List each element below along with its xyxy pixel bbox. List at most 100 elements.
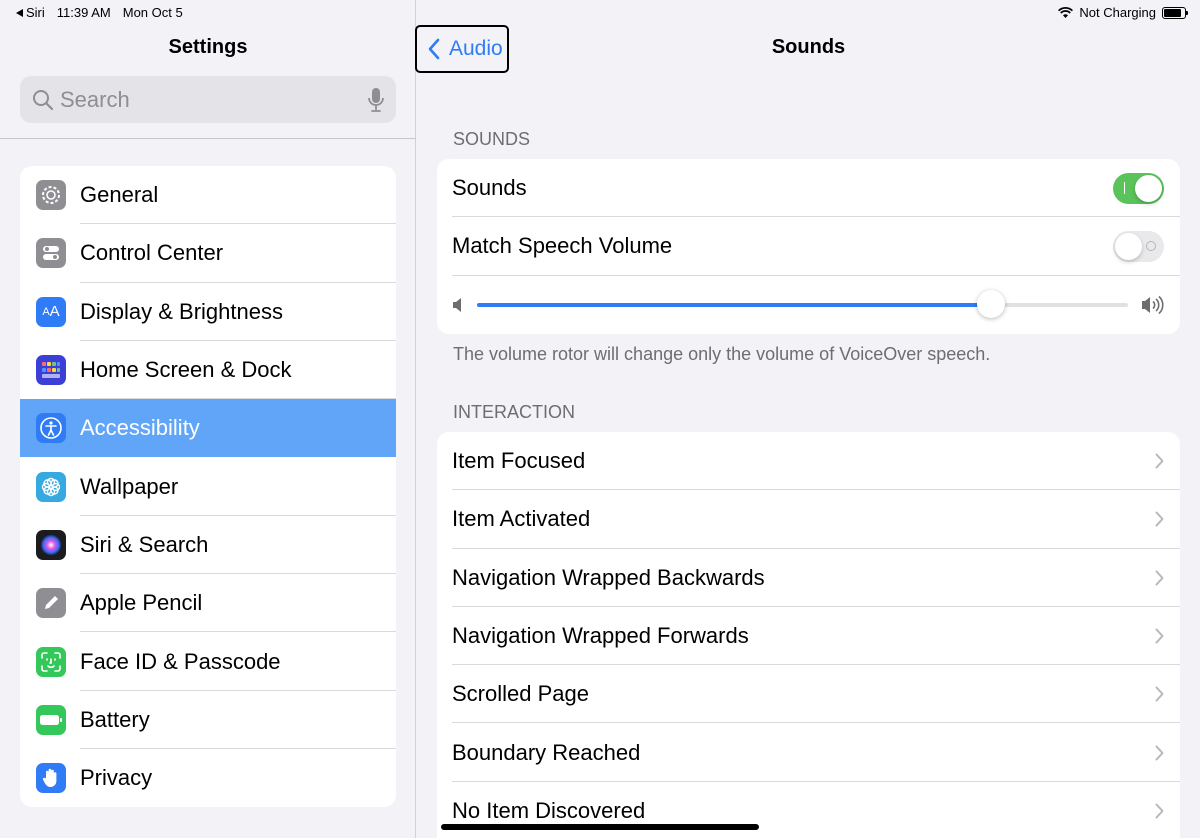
- back-to-app-link[interactable]: Siri: [16, 5, 45, 20]
- volume-slider-row: [437, 276, 1180, 334]
- flower-icon: [36, 471, 66, 502]
- app-grid-icon: [36, 355, 66, 386]
- sounds-toggle[interactable]: [1113, 172, 1164, 204]
- battery-level-fill: [1164, 8, 1181, 17]
- row-label: Item Focused: [452, 448, 586, 474]
- list-item[interactable]: Item Activated: [437, 490, 1180, 549]
- sounds-footer-note: The volume rotor will change only the vo…: [453, 344, 991, 364]
- sidebar-item-label: Wallpaper: [80, 473, 179, 499]
- sidebar-item-label: Apple Pencil: [80, 590, 203, 616]
- toggle-on-mark: [1124, 181, 1125, 194]
- sidebar-item-apple-pencil[interactable]: Apple Pencil: [20, 574, 396, 633]
- battery-icon: [36, 704, 66, 735]
- sidebar-item-label: Control Center: [80, 240, 224, 266]
- list-item[interactable]: Boundary Reached: [437, 723, 1180, 783]
- sidebar-item-accessibility[interactable]: Accessibility: [20, 399, 396, 458]
- volume-slider[interactable]: [477, 289, 1128, 318]
- sidebar-item-label: Accessibility: [80, 415, 200, 441]
- sidebar-divider: [0, 138, 416, 139]
- sounds-group: Sounds Match Speech Volume: [437, 159, 1180, 334]
- search-icon: [33, 89, 54, 110]
- row-label: Boundary Reached: [452, 739, 641, 765]
- sidebar-item-home-screen-dock[interactable]: Home Screen & Dock: [20, 341, 396, 400]
- sidebar-item-label: Home Screen & Dock: [80, 357, 292, 383]
- match-speech-volume-toggle[interactable]: [1113, 230, 1164, 262]
- sounds-row: Sounds: [437, 159, 1180, 218]
- interaction-section-header: INTERACTION: [453, 402, 576, 422]
- battery-indicator: [1162, 6, 1188, 19]
- status-bar: Siri 11:39 AM Mon Oct 5 Not Charging: [0, 0, 1200, 24]
- speaker-high-icon: [1142, 295, 1164, 314]
- match-speech-volume-row: Match Speech Volume: [437, 217, 1180, 276]
- toggle-knob: [1135, 174, 1162, 202]
- chevron-right-icon: [1155, 745, 1164, 761]
- back-app-label: Siri: [26, 5, 45, 20]
- sidebar-item-face-id-passcode[interactable]: Face ID & Passcode: [20, 632, 396, 691]
- speaker-low-icon: [453, 297, 461, 312]
- list-item[interactable]: Scrolled Page: [437, 665, 1180, 724]
- list-item[interactable]: Navigation Wrapped Forwards: [437, 607, 1180, 666]
- face-id-icon: [36, 646, 66, 677]
- sidebar-item-label: Face ID & Passcode: [80, 648, 281, 674]
- accessibility-icon: [36, 413, 66, 444]
- status-left: Siri 11:39 AM Mon Oct 5: [16, 5, 183, 20]
- chevron-right-icon: [1155, 686, 1164, 702]
- sounds-detail-pane: Audio Sounds SOUNDS Sounds Match Speech …: [415, 0, 1200, 838]
- sidebar-item-label: General: [80, 182, 159, 208]
- sounds-section-header: SOUNDS: [453, 129, 531, 149]
- row-label: No Item Discovered: [452, 797, 646, 823]
- settings-list: General Control Center AA Display & Brig…: [20, 166, 396, 808]
- chevron-left-icon: [428, 38, 440, 60]
- back-button[interactable]: Audio: [415, 25, 509, 73]
- toggle-knob: [1115, 232, 1142, 260]
- sidebar-item-wallpaper[interactable]: Wallpaper: [20, 457, 396, 517]
- row-label: Navigation Wrapped Forwards: [452, 623, 749, 649]
- gear-icon: [36, 180, 66, 211]
- list-item[interactable]: Navigation Wrapped Backwards: [437, 549, 1180, 608]
- sidebar-item-label: Siri & Search: [80, 531, 209, 557]
- sidebar-item-battery[interactable]: Battery: [20, 691, 396, 750]
- sounds-row-label: Sounds: [452, 175, 527, 201]
- back-triangle-icon: [16, 8, 23, 17]
- toggles-icon: [36, 238, 66, 269]
- hand-icon: [36, 763, 66, 794]
- volume-slider-thumb[interactable]: [977, 289, 1006, 318]
- match-speech-volume-label: Match Speech Volume: [452, 233, 673, 259]
- sidebar-item-display-brightness[interactable]: AA Display & Brightness: [20, 283, 396, 342]
- pencil-icon: [36, 588, 66, 619]
- status-right: Not Charging: [1058, 5, 1188, 20]
- search-bar[interactable]: [20, 76, 396, 123]
- charging-status: Not Charging: [1079, 5, 1156, 20]
- sidebar-item-control-center[interactable]: Control Center: [20, 224, 396, 283]
- status-time: 11:39 AM: [56, 5, 111, 20]
- sidebar-item-label: Display & Brightness: [80, 298, 283, 324]
- chevron-right-icon: [1155, 628, 1164, 644]
- back-button-label: Audio: [449, 37, 503, 60]
- home-indicator: [441, 824, 759, 830]
- settings-sidebar: Settings General Control Center: [0, 0, 416, 838]
- search-input[interactable]: [60, 86, 368, 113]
- row-label: Item Activated: [452, 506, 591, 532]
- siri-icon: [36, 529, 66, 560]
- page-title: Sounds: [771, 36, 846, 58]
- chevron-right-icon: [1155, 570, 1164, 586]
- chevron-right-icon: [1155, 511, 1164, 527]
- text-size-icon: AA: [36, 296, 66, 327]
- sidebar-title: Settings: [168, 36, 248, 58]
- chevron-right-icon: [1155, 453, 1164, 469]
- sidebar-item-general[interactable]: General: [20, 166, 396, 225]
- interaction-group: Item Focused Item Activated Navigation W…: [437, 432, 1180, 838]
- chevron-right-icon: [1155, 803, 1164, 819]
- sidebar-item-label: Battery: [80, 706, 150, 732]
- wifi-icon: [1058, 7, 1074, 18]
- volume-slider-fill: [477, 302, 992, 307]
- toggle-off-mark: [1146, 240, 1156, 251]
- sidebar-item-privacy[interactable]: Privacy: [20, 749, 396, 807]
- row-label: Navigation Wrapped Backwards: [452, 564, 765, 590]
- row-label: Scrolled Page: [452, 681, 589, 707]
- sidebar-item-label: Privacy: [80, 765, 153, 791]
- list-item[interactable]: Item Focused: [437, 432, 1180, 491]
- sidebar-item-siri-search[interactable]: Siri & Search: [20, 516, 396, 575]
- microphone-icon[interactable]: [368, 87, 384, 113]
- status-date: Mon Oct 5: [122, 5, 183, 20]
